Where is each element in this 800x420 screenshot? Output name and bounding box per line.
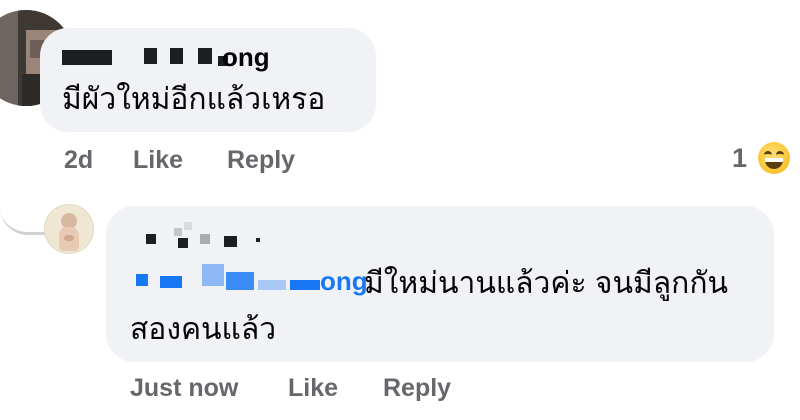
like-button[interactable]: Like [133, 146, 183, 175]
like-button[interactable]: Like [288, 374, 338, 403]
tagged-user-link[interactable]: ong [320, 266, 368, 297]
redacted-name [198, 48, 212, 64]
comment-text-line1: มีใหม่นานแล้วค่ะ จนมีลูกกัน [364, 267, 728, 300]
redacted-name [62, 50, 112, 65]
reaction-count[interactable]: 1 [732, 143, 747, 174]
comment-bubble: ong มีผัวใหม่อีกแล้วเหรอ [40, 28, 376, 132]
comment-text: มีผัวใหม่อีกแล้วเหรอ [62, 83, 326, 116]
grinning-sweat-emoji-icon[interactable] [758, 142, 790, 174]
reply-button[interactable]: Reply [383, 374, 451, 403]
reply-button[interactable]: Reply [227, 146, 295, 175]
redacted-name [144, 48, 157, 64]
comment-timestamp[interactable]: 2d [64, 146, 93, 175]
redacted-name [170, 48, 183, 64]
comment-bubble: ong มีใหม่นานแล้วค่ะ จนมีลูกกัน สองคนแล้… [106, 206, 774, 362]
comment-timestamp[interactable]: Just now [130, 374, 238, 403]
avatar[interactable] [44, 204, 94, 254]
comment-author-name[interactable]: ong [222, 42, 270, 73]
comment-meta: 2d [64, 146, 93, 175]
comment-text-line2: สองคนแล้ว [130, 313, 277, 346]
